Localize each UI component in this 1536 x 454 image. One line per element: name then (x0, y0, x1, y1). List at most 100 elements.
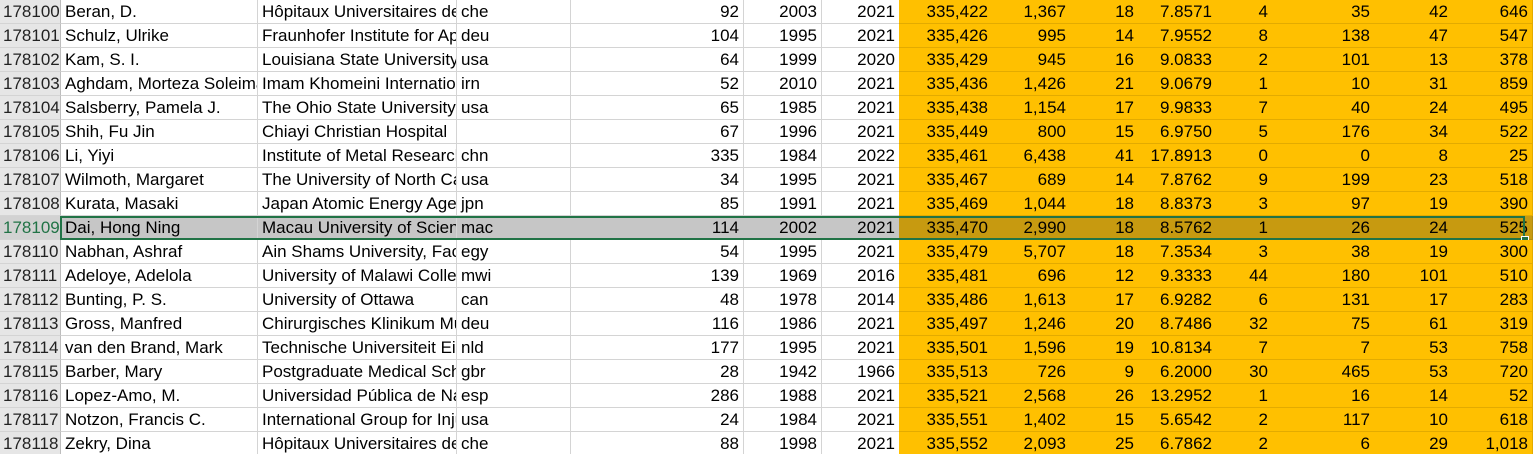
table-row[interactable]: 178110 Nabhan, Ashraf Ain Shams University… (0, 240, 1536, 264)
cell-c9[interactable]: 9 (1070, 360, 1139, 384)
cell-c7[interactable]: 335,501 (899, 336, 993, 360)
cell-c5[interactable]: 1998 (743, 432, 822, 454)
cell-c4[interactable]: 67 (570, 120, 744, 144)
cell-c5[interactable]: 1995 (743, 240, 822, 264)
cell-c8[interactable]: 1,154 (992, 96, 1071, 120)
table-row[interactable]: 178117 Notzon, Francis C. International Gr… (0, 408, 1536, 432)
cell-name[interactable]: Salsberry, Pamela J. (61, 96, 258, 120)
cell-c10[interactable]: 9.0833 (1138, 48, 1217, 72)
table-row[interactable]: 178113 Gross, Manfred Chirurgisches Klinik… (0, 312, 1536, 336)
cell-c11[interactable]: 1 (1216, 216, 1273, 240)
cell-cc[interactable] (457, 120, 571, 144)
cell-name[interactable]: Beran, D. (61, 0, 258, 24)
cell-c13[interactable]: 101 (1374, 264, 1453, 288)
cell-c9[interactable]: 26 (1070, 384, 1139, 408)
cell-c10[interactable]: 9.0679 (1138, 72, 1217, 96)
cell-c13[interactable]: 29 (1374, 432, 1453, 454)
cell-c12[interactable]: 199 (1272, 168, 1375, 192)
cell-c9[interactable]: 14 (1070, 168, 1139, 192)
cell-c7[interactable]: 335,461 (899, 144, 993, 168)
cell-c8[interactable]: 2,990 (992, 216, 1071, 240)
cell-c4[interactable]: 92 (570, 0, 744, 24)
cell-c6[interactable]: 2021 (821, 24, 900, 48)
cell-inst[interactable]: Chiayi Christian Hospital (258, 120, 457, 144)
cell-c10[interactable]: 7.9552 (1138, 24, 1217, 48)
cell-c6[interactable]: 2021 (821, 168, 900, 192)
cell-c9[interactable]: 16 (1070, 48, 1139, 72)
cell-c6[interactable]: 2021 (821, 408, 900, 432)
cell-c8[interactable]: 1,613 (992, 288, 1071, 312)
cell-c11[interactable]: 2 (1216, 432, 1273, 454)
cell-c11[interactable]: 30 (1216, 360, 1273, 384)
cell-c11[interactable]: 32 (1216, 312, 1273, 336)
cell-c4[interactable]: 114 (570, 216, 744, 240)
cell-c9[interactable]: 19 (1070, 336, 1139, 360)
cell-c14[interactable]: 547 (1452, 24, 1533, 48)
cell-c11[interactable]: 3 (1216, 240, 1273, 264)
cell-c5[interactable]: 1942 (743, 360, 822, 384)
cell-c6[interactable]: 2021 (821, 192, 900, 216)
cell-c12[interactable]: 97 (1272, 192, 1375, 216)
cell-c8[interactable]: 2,093 (992, 432, 1071, 454)
table-row[interactable]: 178115 Barber, Mary Postgraduate Medical S… (0, 360, 1536, 384)
cell-c6[interactable]: 1966 (821, 360, 900, 384)
cell-c4[interactable]: 28 (570, 360, 744, 384)
cell-c4[interactable]: 286 (570, 384, 744, 408)
cell-name[interactable]: Li, Yiyi (61, 144, 258, 168)
cell-c5[interactable]: 1996 (743, 120, 822, 144)
cell-c12[interactable]: 7 (1272, 336, 1375, 360)
cell-c14[interactable]: 522 (1452, 120, 1533, 144)
cell-c10[interactable]: 5.6542 (1138, 408, 1217, 432)
row-header[interactable]: 178111 (0, 264, 61, 288)
cell-c11[interactable]: 2 (1216, 48, 1273, 72)
cell-c11[interactable]: 4 (1216, 0, 1273, 24)
cell-c7[interactable]: 335,479 (899, 240, 993, 264)
cell-cc[interactable]: mwi (457, 264, 571, 288)
cell-c14[interactable]: 52 (1452, 384, 1533, 408)
cell-c7[interactable]: 335,552 (899, 432, 993, 454)
cell-c12[interactable]: 35 (1272, 0, 1375, 24)
row-header[interactable]: 178104 (0, 96, 61, 120)
cell-c5[interactable]: 1995 (743, 336, 822, 360)
cell-cc[interactable]: esp (457, 384, 571, 408)
cell-cc[interactable]: gbr (457, 360, 571, 384)
cell-inst[interactable]: Japan Atomic Energy Agency (258, 192, 457, 216)
cell-name[interactable]: van den Brand, Mark (61, 336, 258, 360)
cell-c11[interactable]: 9 (1216, 168, 1273, 192)
cell-c5[interactable]: 1986 (743, 312, 822, 336)
cell-c10[interactable]: 10.8134 (1138, 336, 1217, 360)
cell-c5[interactable]: 1999 (743, 48, 822, 72)
cell-inst[interactable]: University of Malawi College (258, 264, 457, 288)
cell-c4[interactable]: 335 (570, 144, 744, 168)
cell-c11[interactable]: 3 (1216, 192, 1273, 216)
row-header[interactable]: 178102 (0, 48, 61, 72)
cell-c8[interactable]: 5,707 (992, 240, 1071, 264)
cell-c13[interactable]: 53 (1374, 360, 1453, 384)
cell-c7[interactable]: 335,438 (899, 96, 993, 120)
cell-inst[interactable]: Ain Shams University, Faculty (258, 240, 457, 264)
cell-c7[interactable]: 335,426 (899, 24, 993, 48)
cell-c7[interactable]: 335,422 (899, 0, 993, 24)
cell-c8[interactable]: 696 (992, 264, 1071, 288)
cell-c10[interactable]: 6.9282 (1138, 288, 1217, 312)
cell-c5[interactable]: 1995 (743, 168, 822, 192)
cell-c8[interactable]: 800 (992, 120, 1071, 144)
cell-c10[interactable]: 6.7862 (1138, 432, 1217, 454)
cell-c12[interactable]: 40 (1272, 96, 1375, 120)
cell-c13[interactable]: 61 (1374, 312, 1453, 336)
cell-c12[interactable]: 0 (1272, 144, 1375, 168)
cell-c11[interactable]: 1 (1216, 384, 1273, 408)
table-row[interactable]: 178106 Li, Yiyi Institute of Metal Researc… (0, 144, 1536, 168)
cell-c14[interactable]: 646 (1452, 0, 1533, 24)
row-header[interactable]: 178101 (0, 24, 61, 48)
table-row[interactable]: 178105 Shih, Fu Jin Chiayi Christian Hospi… (0, 120, 1536, 144)
cell-c13[interactable]: 47 (1374, 24, 1453, 48)
cell-c12[interactable]: 6 (1272, 432, 1375, 454)
cell-cc[interactable]: deu (457, 312, 571, 336)
cell-c11[interactable]: 44 (1216, 264, 1273, 288)
cell-c11[interactable]: 7 (1216, 336, 1273, 360)
cell-c5[interactable]: 1995 (743, 24, 822, 48)
cell-cc[interactable]: usa (457, 168, 571, 192)
cell-c7[interactable]: 335,497 (899, 312, 993, 336)
cell-c12[interactable]: 75 (1272, 312, 1375, 336)
